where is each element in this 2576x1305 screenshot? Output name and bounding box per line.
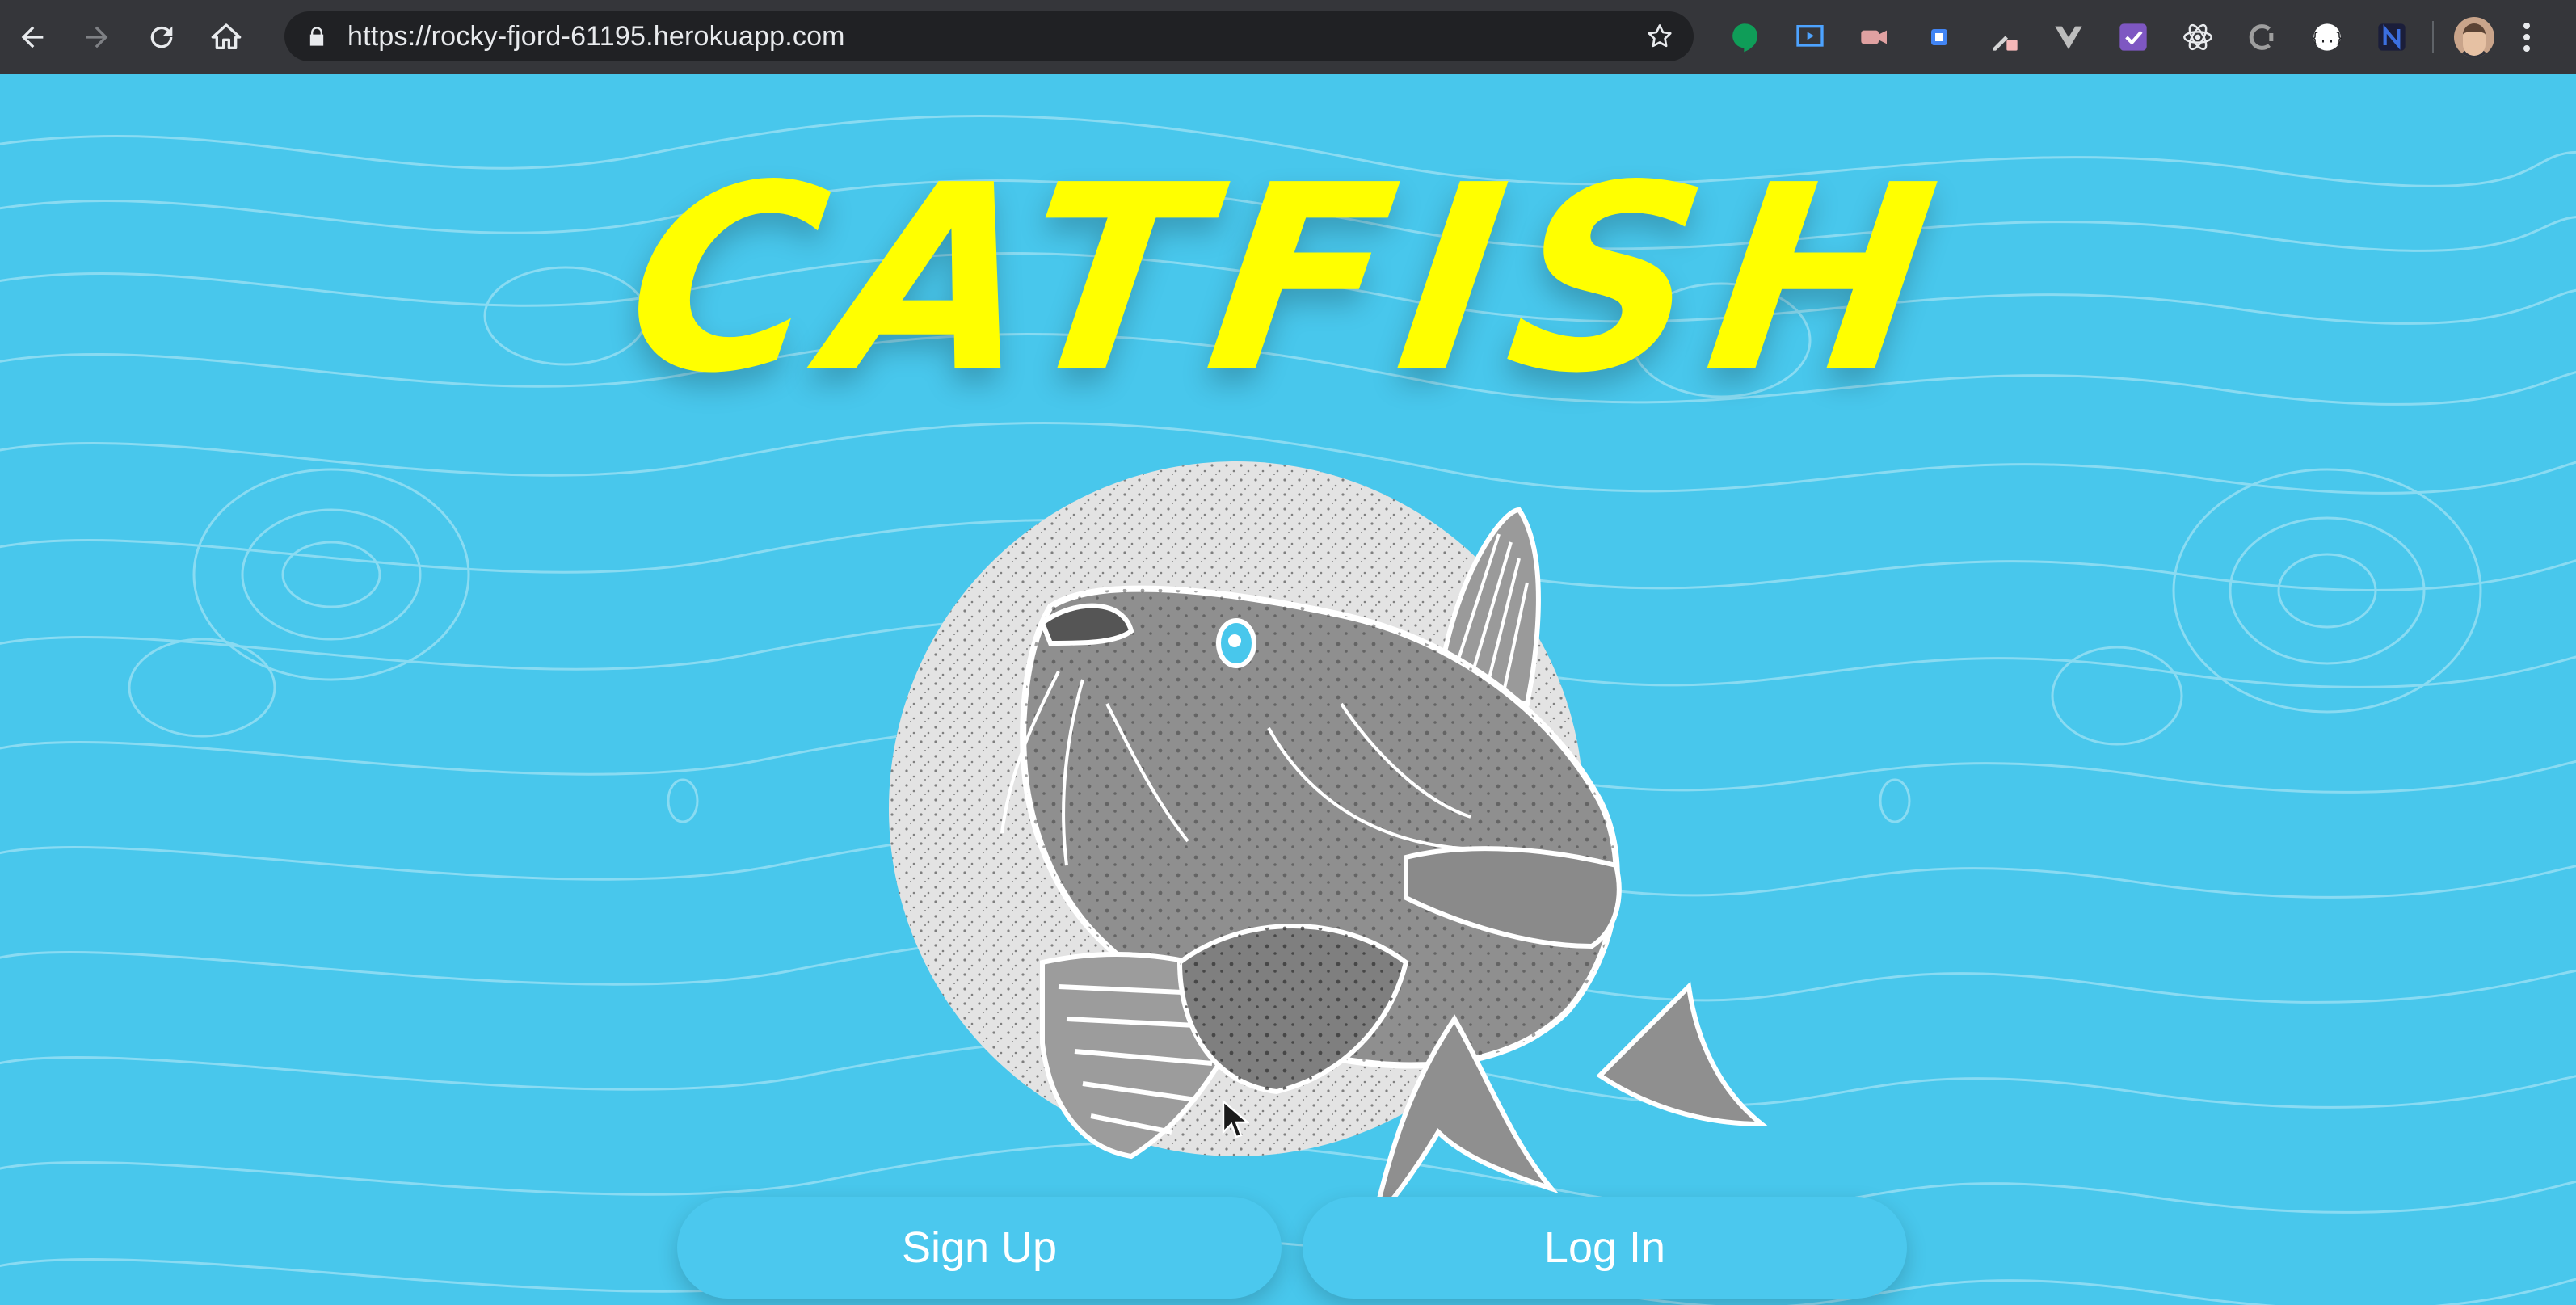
square-icon	[1931, 28, 1947, 45]
lock-icon	[305, 25, 338, 48]
vue-icon	[2055, 26, 2082, 49]
avatar	[2454, 16, 2494, 57]
forward-button[interactable]	[65, 0, 129, 74]
home-icon	[211, 23, 242, 49]
extension-hangouts[interactable]	[1713, 0, 1778, 74]
extension-checkmark[interactable]	[2101, 0, 2166, 74]
page-content: CATFISH Sign Up Log In	[0, 74, 2576, 1305]
extension-vue[interactable]	[2036, 0, 2101, 74]
json-icon: {..}	[2311, 23, 2343, 51]
extension-react[interactable]	[2166, 0, 2230, 74]
mouse-cursor-icon	[1222, 1100, 1249, 1139]
back-icon	[21, 26, 44, 48]
bookmark-star-icon[interactable]	[1645, 22, 1674, 54]
svg-text:{..}: {..}	[2311, 30, 2343, 45]
reload-button[interactable]	[129, 0, 194, 74]
profile-button[interactable]	[2442, 0, 2507, 74]
extension-n[interactable]	[2359, 0, 2424, 74]
toolbar-divider	[2432, 20, 2434, 53]
checkmark-icon	[2119, 23, 2147, 51]
signup-button[interactable]: Sign Up	[677, 1197, 1282, 1299]
eyedropper-icon	[1993, 35, 2018, 51]
extension-eyedropper[interactable]	[1972, 0, 2036, 74]
back-button[interactable]	[0, 0, 65, 74]
extension-video-record[interactable]	[1842, 0, 1907, 74]
home-button[interactable]	[194, 0, 259, 74]
hangouts-icon	[1732, 23, 1757, 52]
address-bar[interactable]: https://rocky-fjord-61195.herokuapp.com	[284, 11, 1694, 61]
extension-square[interactable]	[1907, 0, 1972, 74]
forward-icon	[86, 26, 108, 48]
extension-json[interactable]: {..}	[2295, 0, 2359, 74]
menu-kebab-icon[interactable]	[2507, 0, 2547, 74]
reload-icon	[150, 26, 173, 48]
screencast-icon	[1796, 24, 1824, 47]
react-icon	[2183, 23, 2212, 50]
c-icon	[2249, 23, 2274, 50]
catfish-logo: CATFISH	[611, 130, 1965, 429]
catfish-illustration	[889, 461, 1769, 1229]
login-button[interactable]: Log In	[1303, 1197, 1907, 1299]
n-icon	[2378, 23, 2406, 51]
extension-c[interactable]	[2230, 0, 2295, 74]
extensions-bar: {..}	[1713, 0, 2547, 74]
browser-toolbar: https://rocky-fjord-61195.herokuapp.com	[0, 0, 2576, 74]
video-record-icon	[1861, 30, 1887, 44]
extension-screencast[interactable]	[1778, 0, 1842, 74]
url-text: https://rocky-fjord-61195.herokuapp.com	[347, 20, 845, 52]
